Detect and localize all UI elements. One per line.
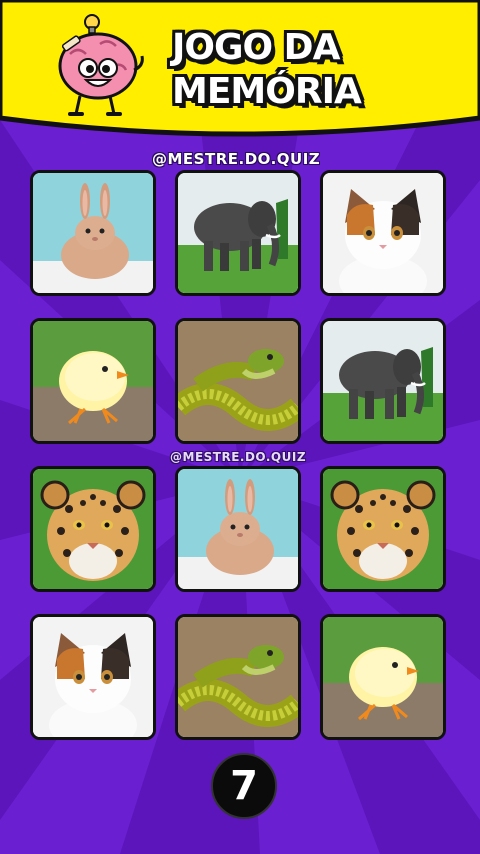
elephant-icon xyxy=(178,173,298,293)
memory-card-jaguar[interactable] xyxy=(30,466,156,592)
memory-card-jaguar[interactable] xyxy=(320,466,446,592)
brain-mascot-icon xyxy=(58,14,144,116)
page-title: JOGO DA MEMÓRIA xyxy=(172,26,372,114)
chick-icon xyxy=(33,321,153,441)
cat-icon xyxy=(33,617,153,737)
memory-card-chick[interactable] xyxy=(30,318,156,444)
memory-card-snake[interactable] xyxy=(175,318,301,444)
chick-icon xyxy=(323,617,443,737)
cat-icon xyxy=(323,173,443,293)
snake-icon xyxy=(178,617,298,737)
memory-card-cat[interactable] xyxy=(30,614,156,740)
channel-handle: @MESTRE.DO.QUIZ xyxy=(152,150,321,168)
memory-card-cat[interactable] xyxy=(320,170,446,296)
rabbit-icon xyxy=(178,469,298,589)
memory-card-rabbit[interactable] xyxy=(30,170,156,296)
memory-card-rabbit[interactable] xyxy=(175,466,301,592)
watermark-handle: @MESTRE.DO.QUIZ xyxy=(170,450,307,464)
title-line-1: JOGO DA xyxy=(172,27,340,68)
rabbit-icon xyxy=(33,173,153,293)
title-line-2: MEMÓRIA xyxy=(172,71,362,112)
snake-icon xyxy=(178,321,298,441)
memory-card-chick[interactable] xyxy=(320,614,446,740)
jaguar-icon xyxy=(33,469,153,589)
jaguar-icon xyxy=(323,469,443,589)
memory-card-elephant[interactable] xyxy=(320,318,446,444)
elephant-icon xyxy=(323,321,443,441)
memory-card-snake[interactable] xyxy=(175,614,301,740)
memory-card-elephant[interactable] xyxy=(175,170,301,296)
countdown-timer: 7 xyxy=(211,753,277,819)
